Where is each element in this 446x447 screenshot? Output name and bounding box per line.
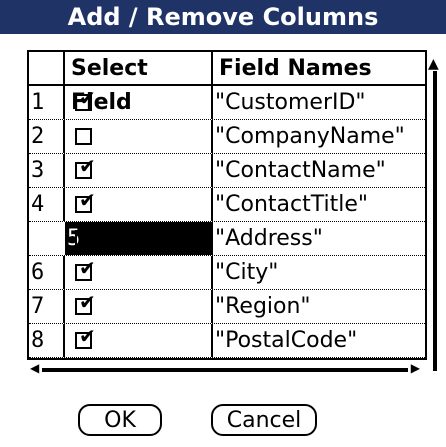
select-field-checkbox[interactable] (75, 230, 92, 247)
select-field-cell (65, 188, 213, 221)
select-field-cell (65, 256, 213, 289)
table-row[interactable]: 7 "Region" (29, 290, 425, 324)
row-number[interactable]: 8 (29, 324, 65, 357)
select-field-cell (65, 290, 213, 323)
table-row[interactable]: 3 "ContactName" (29, 154, 425, 188)
header-field-names: Field Names (213, 52, 425, 86)
vertical-scroll-track[interactable] (433, 71, 437, 371)
field-name: "CustomerID" (215, 90, 366, 115)
scroll-right-arrow-icon[interactable]: ▶ (411, 361, 420, 375)
row-number[interactable]: 6 (29, 256, 65, 289)
table-row[interactable]: 4 "ContactTitle" (29, 188, 425, 222)
field-name: "City" (215, 260, 279, 285)
table-row[interactable]: 2 "CompanyName" (29, 120, 425, 154)
columns-grid: Select Field Field Names 1 "CustomerID" 2 "… (27, 50, 427, 360)
select-field-checkbox[interactable] (75, 190, 96, 213)
row-number[interactable]: 2 (29, 120, 65, 153)
field-name: "Address" (215, 226, 323, 251)
field-name: "CompanyName" (215, 124, 405, 149)
table-row[interactable]: 1 "CustomerID" (29, 86, 425, 120)
ok-button[interactable]: OK (78, 404, 162, 436)
select-field-checkbox[interactable] (75, 88, 96, 111)
horizontal-scrollbar[interactable]: ◀ ▶ (30, 361, 420, 376)
row-number[interactable]: 1 (29, 86, 65, 119)
field-name: "ContactName" (215, 158, 386, 183)
select-field-cell (65, 154, 213, 187)
row-number[interactable]: 4 (29, 188, 65, 221)
select-field-checkbox[interactable] (75, 128, 92, 145)
add-remove-columns-dialog: Add / Remove Columns Select Field Field … (0, 0, 446, 447)
row-number[interactable]: 7 (29, 290, 65, 323)
select-field-checkbox[interactable] (75, 326, 96, 349)
vertical-scrollbar[interactable]: ▲ (428, 57, 442, 377)
scroll-up-arrow-icon[interactable]: ▲ (428, 57, 439, 71)
scroll-left-arrow-icon[interactable]: ◀ (30, 361, 39, 375)
select-field-checkbox[interactable] (75, 292, 96, 315)
table-row[interactable]: 6 "City" (29, 256, 425, 290)
select-field-checkbox[interactable] (75, 156, 96, 179)
header-select-field: Select Field (65, 52, 213, 115)
header-row-number (29, 52, 65, 86)
select-field-cell (65, 86, 213, 119)
row-number[interactable]: 3 (29, 154, 65, 187)
select-field-checkbox[interactable] (75, 258, 96, 281)
horizontal-scroll-track[interactable] (42, 368, 408, 372)
field-name: "ContactTitle" (215, 192, 368, 217)
table-row[interactable]: 8 "PostalCode" (29, 324, 425, 358)
field-name: "Region" (215, 294, 311, 319)
select-field-cell (65, 120, 213, 153)
table-row[interactable]: 5 "Address" (29, 222, 425, 256)
cancel-button[interactable]: Cancel (211, 404, 317, 436)
select-field-cell (65, 324, 213, 357)
select-field-cell (65, 222, 213, 255)
dialog-title: Add / Remove Columns (0, 0, 446, 34)
field-name: "PostalCode" (215, 328, 358, 353)
